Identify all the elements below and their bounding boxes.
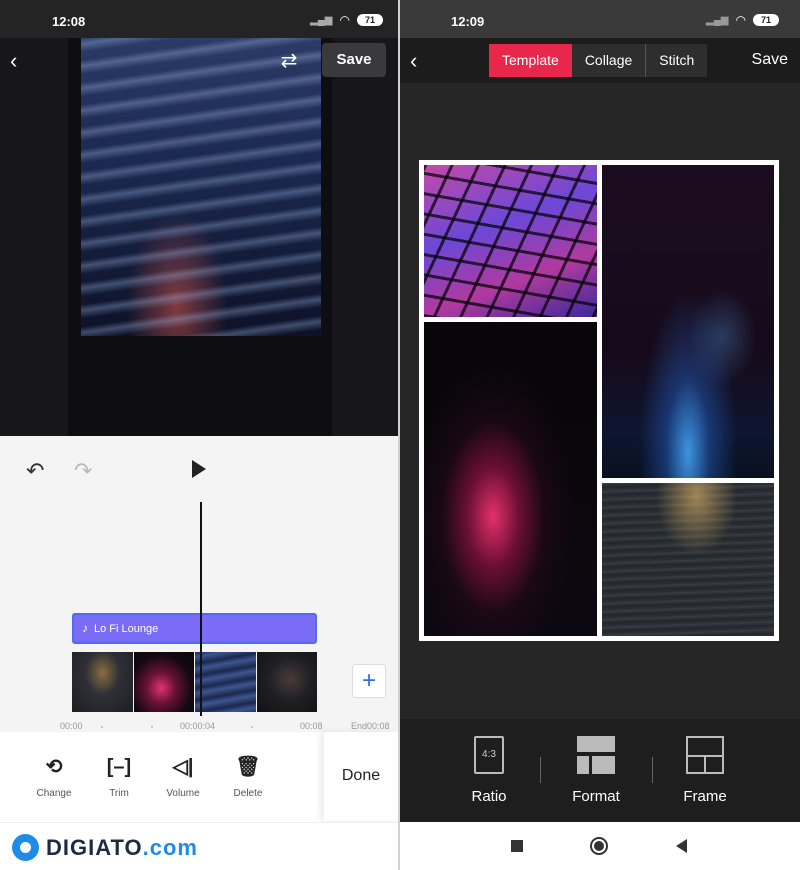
play-icon[interactable] — [192, 460, 206, 478]
frame-icon-line — [704, 755, 706, 772]
trim-icon: [–] — [106, 756, 132, 778]
status-bar: 12:09 ▂▄▆ ◠ 71 — [400, 0, 800, 38]
delete-tool[interactable]: 🗑 Delete — [218, 754, 278, 799]
ruler-label: 00:00:04 — [180, 721, 216, 731]
nav-back-icon[interactable] — [676, 839, 687, 853]
collage-canvas — [400, 83, 800, 719]
ratio-tool[interactable]: 4:3 Ratio — [444, 736, 534, 805]
wifi-icon: ◠ — [735, 13, 746, 27]
ratio-label: Ratio — [471, 788, 507, 805]
format-icon-bar — [577, 736, 615, 752]
change-label: Change — [36, 788, 72, 799]
trim-tool[interactable]: [–] Trim — [89, 754, 149, 799]
brand-suffix: .com — [142, 835, 198, 860]
ratio-icon: 4:3 — [474, 736, 504, 774]
undo-icon[interactable]: ↶ — [26, 458, 44, 484]
brand-name: DIGIATO.com — [46, 835, 198, 861]
clip-thumbnails — [72, 652, 317, 712]
timeline-editor: ↶ ↷ ♪ Lo Fi Lounge + 00:00 00:00:04 00:08 — [0, 436, 398, 732]
change-icon: ⟲ — [45, 756, 63, 778]
collage-cell-nebula[interactable] — [424, 322, 597, 636]
tab-stitch[interactable]: Stitch — [646, 44, 708, 77]
video-editor-screen: 12:08 ▂▄▆ ◠ 71 ‹ ⇄ Save ↶ ↷ ♪ Lo Fi Loung… — [0, 0, 398, 870]
back-arrow-icon[interactable]: ‹ — [10, 50, 34, 74]
redo-icon[interactable]: ↷ — [74, 458, 92, 484]
signal-icon: ▂▄▆ — [310, 14, 333, 26]
save-button[interactable]: Save — [752, 51, 788, 69]
collage-frame — [419, 160, 779, 641]
water-video-image — [81, 38, 321, 336]
clip-thumbnail[interactable] — [256, 652, 317, 712]
toolbar-separator — [540, 757, 541, 783]
collage-cell-cobblestone[interactable] — [424, 165, 597, 317]
change-tool[interactable]: ⟲ Change — [24, 754, 84, 799]
android-nav-bar — [400, 822, 800, 870]
status-time: 12:08 — [52, 14, 86, 29]
clip-thumbnail[interactable] — [72, 652, 133, 712]
clip-thumbnail[interactable] — [133, 652, 194, 712]
screen-comparison: 12:08 ▂▄▆ ◠ 71 ‹ ⇄ Save ↶ ↷ ♪ Lo Fi Loung… — [0, 0, 800, 870]
ruler-label: 00:08 — [300, 721, 323, 731]
back-arrow-icon[interactable]: ‹ — [410, 48, 417, 74]
format-label: Format — [572, 788, 620, 805]
format-icon — [577, 736, 615, 774]
status-icons: ▂▄▆ ◠ 71 — [706, 13, 779, 27]
add-clip-button[interactable]: + — [352, 664, 386, 698]
collage-editor-screen: 12:09 ▂▄▆ ◠ 71 ‹ Template Collage Stitch… — [400, 0, 800, 870]
frame-icon — [686, 736, 724, 774]
save-button[interactable]: Save — [322, 43, 386, 77]
volume-label: Volume — [166, 788, 200, 799]
done-button[interactable]: Done — [324, 732, 398, 820]
video-preview: ‹ ⇄ Save — [0, 38, 398, 436]
signal-icon: ▂▄▆ — [706, 14, 729, 26]
recents-icon[interactable] — [511, 840, 523, 852]
swap-camera-icon[interactable]: ⇄ — [276, 48, 302, 72]
battery-icon: 71 — [356, 14, 383, 26]
music-track[interactable]: ♪ Lo Fi Lounge — [72, 613, 317, 644]
tab-template[interactable]: Template — [489, 44, 572, 77]
collage-header: ‹ Template Collage Stitch Save — [400, 38, 800, 83]
wifi-icon: ◠ — [339, 13, 350, 27]
ruler-tick — [151, 726, 153, 728]
delete-label: Delete — [233, 788, 263, 799]
status-bar: 12:08 ▂▄▆ ◠ 71 — [0, 0, 398, 38]
brand-name-text: DIGIATO — [46, 835, 143, 860]
brand-logo-icon — [12, 834, 39, 861]
format-icon-bar — [577, 756, 589, 774]
collage-toolbar: 4:3 Ratio Format Frame — [400, 719, 800, 822]
tab-collage[interactable]: Collage — [571, 44, 646, 77]
ruler-label: 00:00 — [60, 721, 83, 731]
ruler-tick — [251, 726, 253, 728]
playhead[interactable] — [200, 502, 202, 716]
watermark-logo: DIGIATO.com — [0, 822, 398, 870]
volume-tool[interactable]: ◁| Volume — [153, 754, 213, 799]
trash-icon: 🗑 — [235, 756, 261, 778]
toolbar-separator — [652, 757, 653, 783]
home-icon[interactable] — [590, 837, 608, 855]
video-frame[interactable] — [68, 38, 332, 436]
frame-label: Frame — [683, 788, 727, 805]
trim-label: Trim — [109, 788, 129, 799]
speaker-icon: ◁| — [172, 756, 194, 778]
frame-tool[interactable]: Frame — [660, 736, 750, 805]
format-tool[interactable]: Format — [551, 736, 641, 805]
status-icons: ▂▄▆ ◠ 71 — [310, 13, 383, 27]
collage-cell-night-sky[interactable] — [602, 165, 774, 478]
format-icon-bar — [592, 756, 615, 774]
status-time: 12:09 — [451, 14, 485, 29]
mode-tabs: Template Collage Stitch — [489, 44, 708, 77]
music-note-icon: ♪ — [82, 621, 88, 635]
edit-tools-bar: ⟲ Change [–] Trim ◁| Volume 🗑 Delete Don… — [0, 732, 398, 822]
ruler-label: End00:08 — [351, 721, 390, 731]
clip-thumbnail[interactable] — [195, 652, 256, 712]
battery-icon: 71 — [752, 14, 779, 26]
ruler-tick — [101, 726, 103, 728]
collage-cell-sea[interactable] — [602, 483, 774, 636]
music-track-label: Lo Fi Lounge — [94, 623, 159, 635]
